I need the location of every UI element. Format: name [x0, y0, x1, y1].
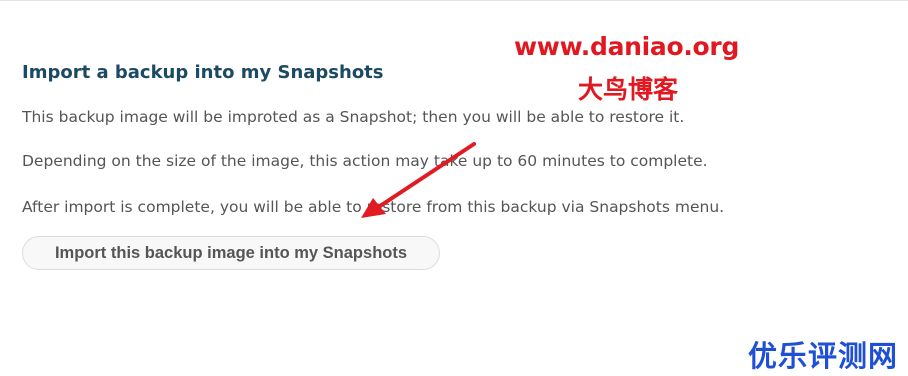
watermark-corner-brand: 优乐评测网 [748, 339, 899, 373]
watermark-site-url: www.daniao.org [514, 32, 740, 61]
description-duration: Depending on the size of the image, this… [22, 152, 708, 170]
top-divider [0, 0, 908, 1]
section-title: Import a backup into my Snapshots [22, 62, 384, 83]
annotation-arrow [361, 142, 476, 218]
import-snapshot-button[interactable]: Import this backup image into my Snapsho… [22, 236, 440, 270]
description-improt: This backup image will be improted as a … [22, 108, 685, 126]
description-restore: After import is complete, you will be ab… [22, 198, 725, 216]
watermark-site-name: 大鸟博客 [578, 75, 679, 104]
